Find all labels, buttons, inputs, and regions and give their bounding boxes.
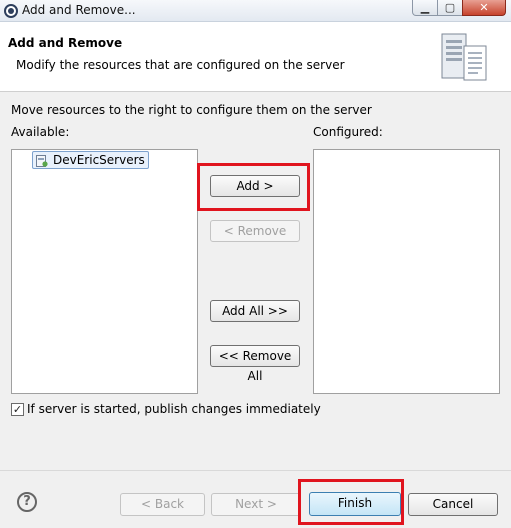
remove-button[interactable]: < Remove	[210, 220, 300, 242]
remove-all-button[interactable]: << Remove All	[210, 345, 300, 383]
maximize-button[interactable]: ▢	[437, 0, 463, 16]
finish-button-highlight	[298, 479, 404, 525]
back-button[interactable]: < Back	[120, 493, 205, 516]
configured-list[interactable]	[313, 149, 500, 394]
instructions-text: Move resources to the right to configure…	[11, 103, 372, 117]
server-icon	[441, 33, 487, 81]
eclipse-app-icon	[4, 4, 18, 18]
tree-item-deverics-servers[interactable]: DevEricServers	[32, 151, 149, 169]
add-button-highlight	[197, 163, 310, 211]
close-button[interactable]: ✕	[462, 0, 506, 16]
configured-label: Configured:	[313, 125, 383, 139]
footer-separator	[0, 470, 511, 471]
page-title: Add and Remove	[8, 36, 123, 50]
wizard-header	[0, 22, 511, 92]
page-description: Modify the resources that are configured…	[16, 58, 345, 72]
add-all-button[interactable]: Add All >>	[210, 300, 300, 322]
available-label: Available:	[11, 125, 70, 139]
window-title: Add and Remove...	[22, 3, 136, 17]
minimize-button[interactable]: ▁	[412, 0, 438, 16]
publish-checkbox-label[interactable]: If server is started, publish changes im…	[27, 402, 321, 416]
project-icon	[36, 155, 48, 167]
next-button[interactable]: Next >	[211, 493, 301, 516]
tree-item-label: DevEricServers	[53, 153, 145, 167]
publish-checkbox[interactable]: ✓	[11, 403, 24, 416]
help-icon[interactable]: ?	[17, 492, 37, 512]
available-list[interactable]: DevEricServers	[11, 149, 198, 394]
cancel-button[interactable]: Cancel	[408, 493, 498, 516]
